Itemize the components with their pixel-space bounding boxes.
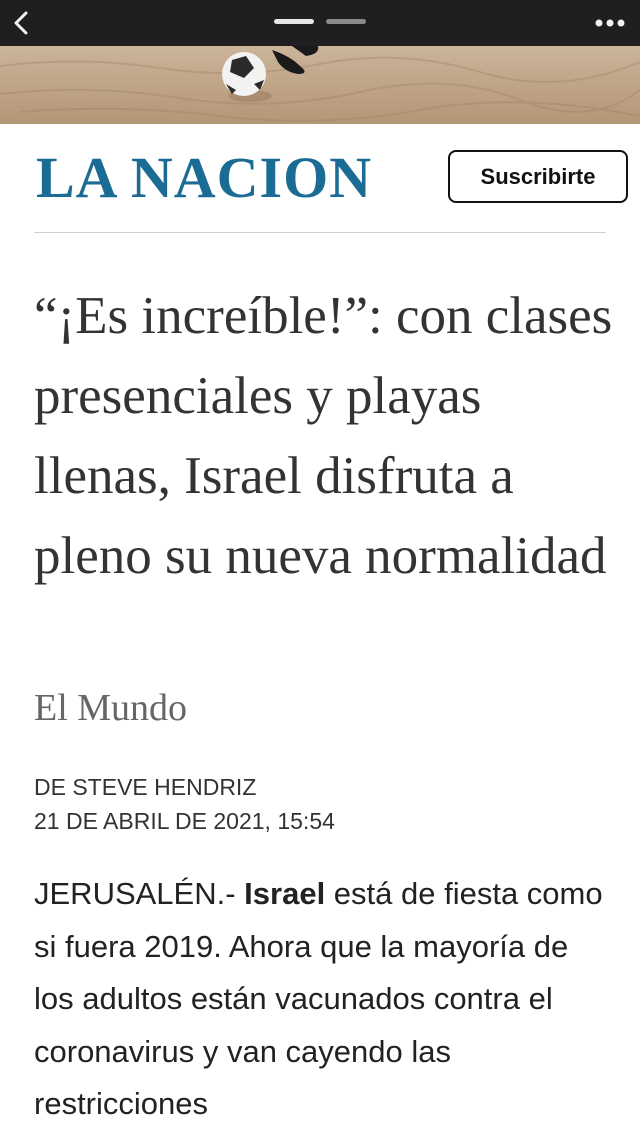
article-section[interactable]: El Mundo [34, 686, 187, 730]
page-indicator-active [274, 19, 314, 24]
chevron-left-icon[interactable] [8, 8, 40, 38]
article-date: 21 DE ABRIL DE 2021, 15:54 [34, 808, 335, 834]
article-headline: “¡Es increíble!”: con clases presenciale… [34, 287, 613, 585]
article-hero-image [0, 46, 640, 124]
page-indicator-inactive [326, 19, 366, 24]
masthead: LA NACION Suscribirte [0, 124, 640, 234]
article-author: DE STEVE HENDRIZ [34, 774, 257, 800]
top-navigation-bar [0, 0, 640, 46]
body-text: está de fiesta como si fuera 2019. Ahora… [34, 876, 603, 1121]
ellipsis-icon[interactable] [592, 14, 628, 32]
subscribe-button[interactable]: Suscribirte [448, 150, 628, 203]
dateline: JERUSALÉN.- [34, 876, 245, 911]
masthead-divider [34, 232, 606, 233]
la-nacion-logo[interactable]: LA NACION [36, 146, 372, 210]
article-body-paragraph: JERUSALÉN.- Israel está de fiesta como s… [34, 868, 614, 1131]
body-bold-link[interactable]: Israel [244, 876, 325, 911]
article-byline: DE STEVE HENDRIZ 21 DE ABRIL DE 2021, 15… [34, 770, 335, 838]
